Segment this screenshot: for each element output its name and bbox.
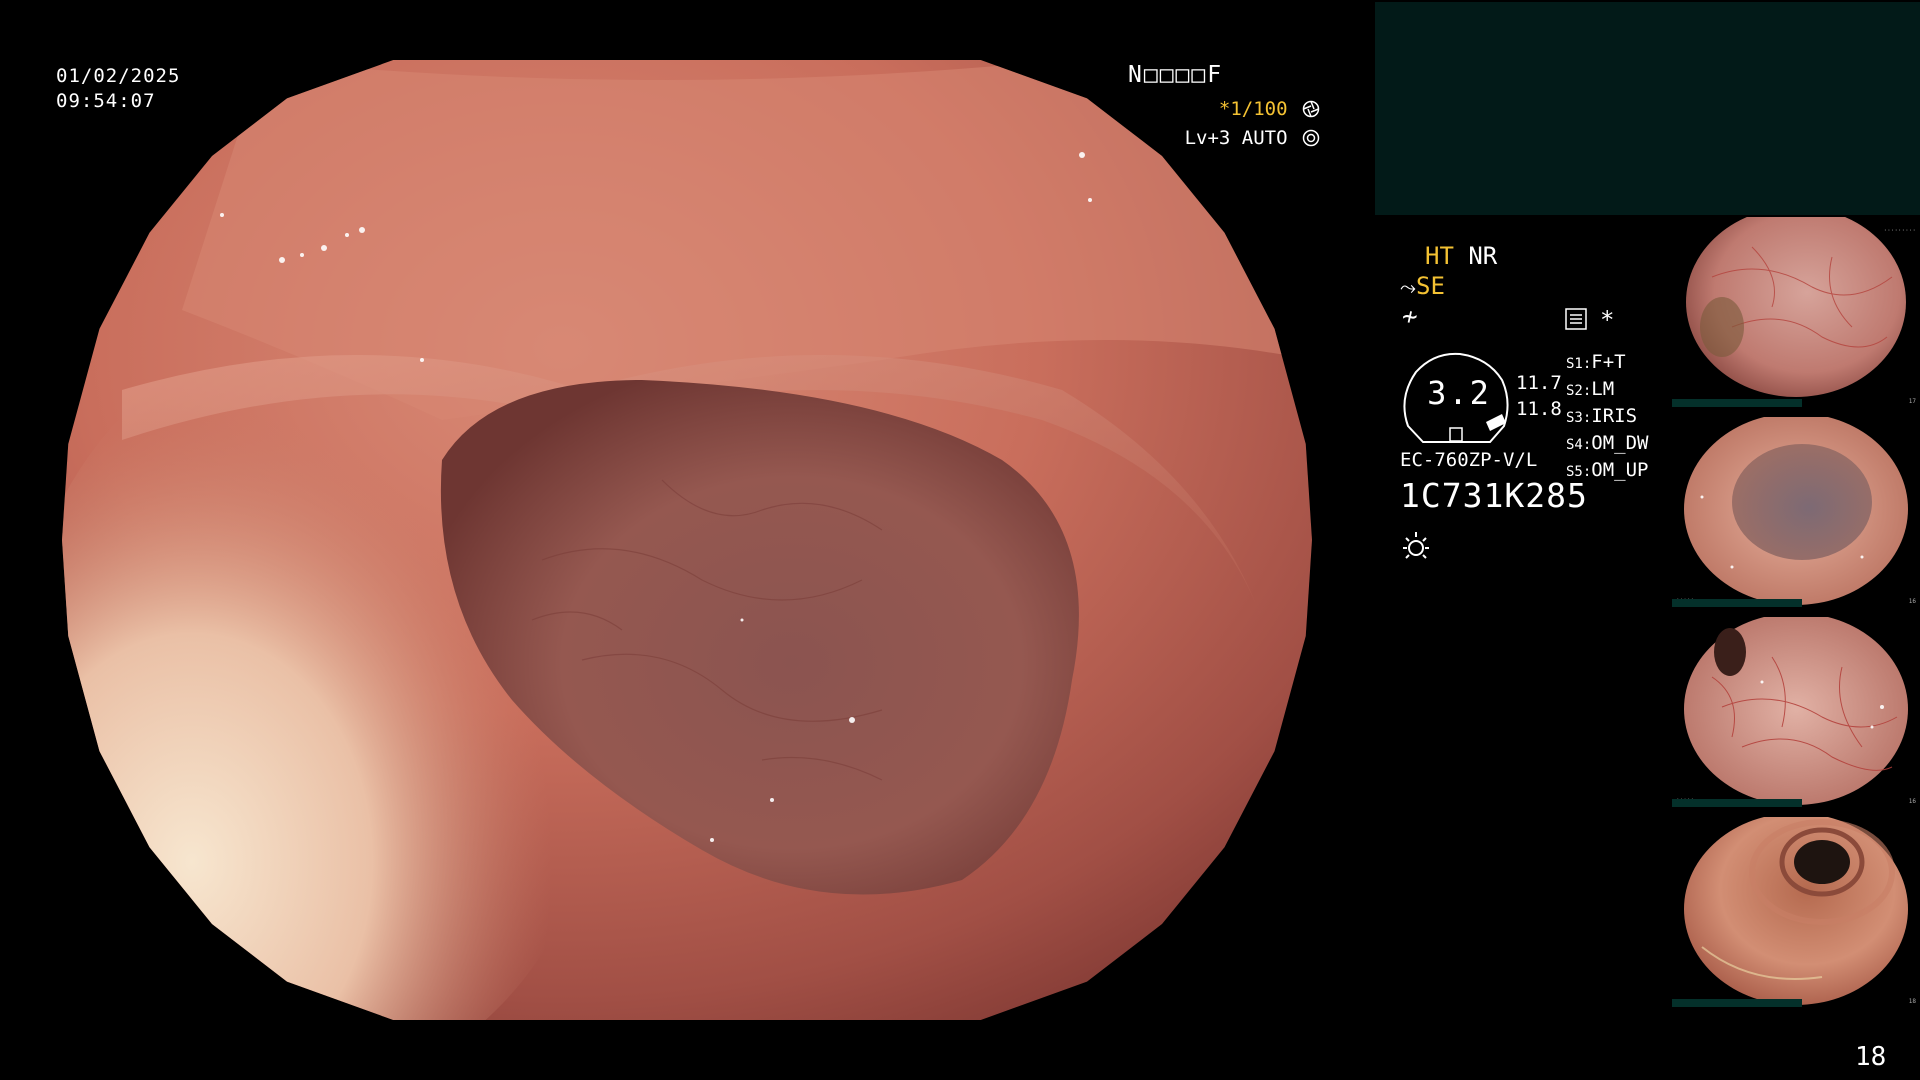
star-indicator: * — [1600, 306, 1615, 334]
endoscope-screen: 01/02/2025 09:54:07 N□□□□F *1/100 Lv+3 A… — [0, 0, 1920, 1080]
switch-row: S2:LM — [1566, 378, 1615, 400]
shutter-text: *1/100 — [1218, 98, 1288, 120]
main-endoscopic-view — [62, 60, 1312, 1020]
switch-row: S1:F+T — [1566, 351, 1626, 373]
thumbnail-number: 16 — [1908, 798, 1916, 805]
thumbnail-3[interactable]: ····· 16 — [1672, 617, 1920, 807]
shutter-speed: *1/100 — [1219, 98, 1320, 120]
gauge-value: 3.2 — [1427, 374, 1491, 412]
se-status: ⤳SE — [1400, 272, 1445, 300]
reading-2: 11.8 — [1516, 398, 1562, 420]
light-level: Lv+3 AUTO — [1185, 127, 1320, 149]
thumbnail-4[interactable]: 18 — [1672, 817, 1920, 1007]
date-time: 01/02/2025 09:54:07 — [56, 64, 180, 114]
date-text: 01/02/2025 — [56, 65, 181, 87]
se-label: SE — [1416, 272, 1445, 300]
scope-model: EC-760ZP-V/L — [1400, 449, 1538, 471]
switch-settings: S1:F+T S2:LM S3:IRIS S4:OM_DW S5:OM_UP — [1566, 350, 1649, 485]
aperture-icon — [1302, 100, 1320, 118]
thumbnail-image — [1684, 617, 1908, 805]
thumbnail-number: 17 — [1908, 398, 1916, 405]
thumbnail-info: ········· — [1883, 227, 1916, 234]
thumbnail-bar — [1672, 399, 1802, 407]
iris-icon — [1302, 129, 1320, 147]
switch-row: S5:OM_UP — [1566, 459, 1649, 481]
ht-label: HT — [1425, 242, 1454, 270]
thumbnail-2[interactable]: ····· 16 — [1672, 417, 1920, 607]
colon-lumen-image — [62, 60, 1312, 1020]
thumbnail-image — [1684, 817, 1908, 1005]
menu-icon — [1565, 308, 1587, 330]
thumbnail-image — [1686, 217, 1906, 397]
se-mode-icon: ⤳ — [1400, 275, 1416, 299]
switch-row: S4:OM_DW — [1566, 432, 1649, 454]
switch-row: S3:IRIS — [1566, 405, 1638, 427]
thumbnail-number: 18 — [1908, 998, 1916, 1005]
ht-nr-status: HT NR — [1425, 242, 1497, 270]
thumbnail-1[interactable]: ········· 17 — [1672, 217, 1920, 407]
patient-id: N□□□□F — [1128, 62, 1224, 88]
level-text: Lv+3 AUTO — [1184, 127, 1288, 149]
thumbnail-number: 16 — [1908, 598, 1916, 605]
time-text: 09:54:07 — [56, 90, 156, 112]
filter-icon: ≁ — [1402, 302, 1418, 332]
serial-number: 1C731K285 — [1400, 476, 1588, 515]
page-number: 18 — [1855, 1042, 1887, 1072]
gauge-readings: 11.7 11.8 — [1516, 370, 1562, 422]
info-box — [1375, 2, 1920, 215]
reading-1: 11.7 — [1516, 372, 1562, 394]
thumbnail-image — [1684, 417, 1908, 605]
thumbnail-bar — [1672, 999, 1802, 1007]
light-icon — [1403, 532, 1429, 559]
thumbnail-bar — [1672, 599, 1802, 607]
thumbnail-bar — [1672, 799, 1802, 807]
nr-label: NR — [1468, 242, 1498, 270]
